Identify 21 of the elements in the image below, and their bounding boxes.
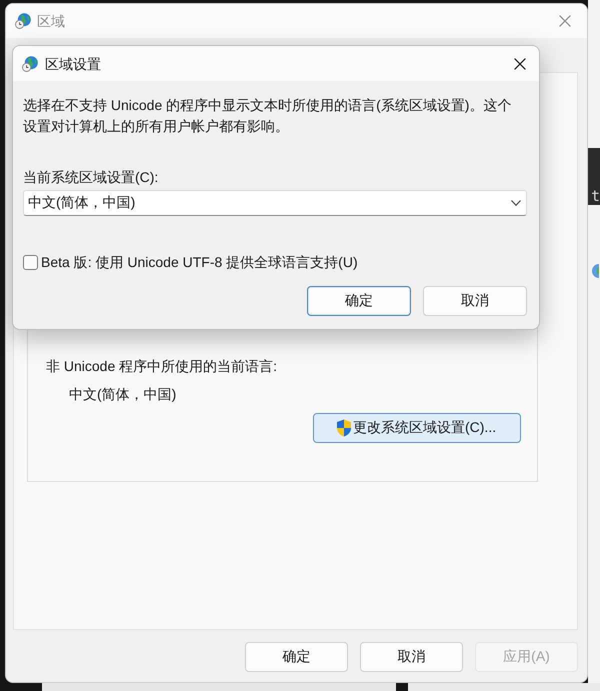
change-locale-button[interactable]: 更改系统区域设置(C)... [313,413,521,443]
chevron-icon [511,200,521,206]
globe-icon [591,264,599,278]
cancel-button[interactable]: 取消 [423,286,527,316]
beta-checkbox[interactable] [23,254,38,270]
language-value: 中文(简体，中国) [69,385,176,404]
locale-dropdown[interactable]: 中文(简体，中国) [23,190,527,216]
globe-icon [22,56,38,72]
ok-button[interactable]: 确定 [245,642,348,672]
cancel-button[interactable]: 取消 [360,642,463,672]
beta-option-label: Beta 版: 使用 Unicode UTF-8 提供全球语言支持(U) [41,253,358,272]
globe-icon [15,13,31,29]
window-title: 区域 [37,12,65,31]
ok-button[interactable]: 确定 [307,286,411,316]
locale-label: 当前系统区域设置(C): [23,168,158,187]
terminal-text: t [591,188,600,204]
dialog-title: 区域设置 [45,54,101,74]
close-icon[interactable] [514,58,526,70]
shield-icon [336,419,352,437]
language-label: 非 Unicode 程序中所使用的当前语言: [46,357,278,376]
description-text: 选择在不支持 Unicode 的程序中显示文本时所使用的语言(系统区域设置)。这个设置对计算机上的所有用户帐户都有影响。 [23,96,512,136]
